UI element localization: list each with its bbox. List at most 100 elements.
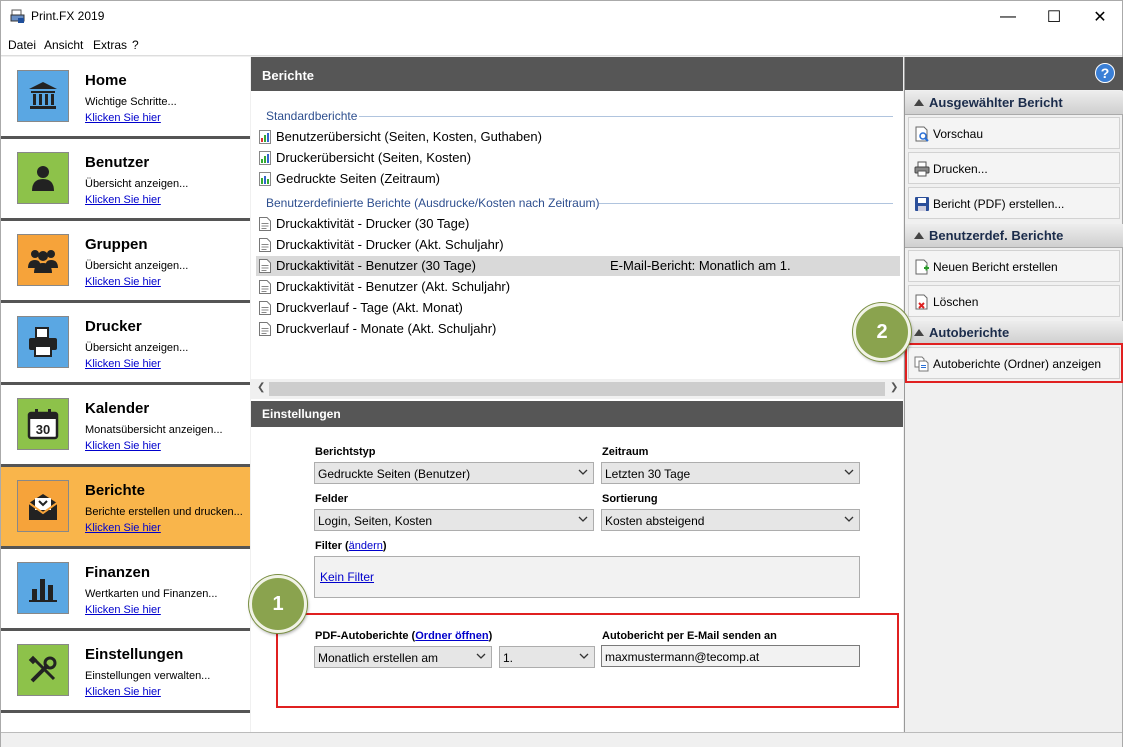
report-label: Druckaktivität - Drucker (30 Tage) — [276, 216, 470, 231]
document-icon — [259, 301, 271, 315]
report-item-selected[interactable]: Druckaktivität - Benutzer (30 Tage) E-Ma… — [256, 256, 900, 276]
collapse-icon — [914, 99, 924, 106]
zeitraum-value: Letzten 30 Tage — [605, 467, 691, 481]
tools-icon — [28, 655, 57, 683]
nav-benutzer[interactable]: Benutzer Übersicht anzeigen... Klicken S… — [1, 139, 250, 221]
preview-label: Vorschau — [933, 127, 984, 141]
preview-button[interactable]: Vorschau — [908, 117, 1120, 149]
document-icon — [259, 322, 271, 336]
report-item[interactable]: Druckaktivität - Drucker (Akt. Schuljahr… — [256, 235, 900, 255]
filter-change-link[interactable]: ändern — [349, 540, 383, 552]
selected-report-section[interactable]: Ausgewählter Bericht — [905, 91, 1123, 115]
create-pdf-button[interactable]: Bericht (PDF) erstellen... — [908, 187, 1120, 219]
berichtstyp-select[interactable]: Gedruckte Seiten (Benutzer) — [314, 462, 594, 484]
bank-icon — [29, 82, 57, 109]
nav-kalender-title: Kalender — [85, 400, 150, 417]
nav-finanzen-title: Finanzen — [85, 564, 151, 581]
left-navigation: Home Wichtige Schritte... Klicken Sie hi… — [1, 57, 250, 732]
nav-finanzen[interactable]: Finanzen Wertkarten und Finanzen... Klic… — [1, 549, 250, 631]
chart-report-icon — [259, 151, 271, 165]
menu-help[interactable]: ? — [132, 38, 139, 52]
report-item[interactable]: Benutzerübersicht (Seiten, Kosten, Gutha… — [256, 127, 900, 147]
nav-home[interactable]: Home Wichtige Schritte... Klicken Sie hi… — [1, 57, 250, 139]
nav-kalender[interactable]: 30 Kalender Monatsübersicht anzeigen... … — [1, 385, 250, 467]
chevron-down-icon — [578, 516, 588, 522]
scroll-left-icon[interactable]: ❮ — [257, 382, 265, 393]
report-item[interactable]: Druckerübersicht (Seiten, Kosten) — [256, 148, 900, 168]
print-button[interactable]: Drucken... — [908, 152, 1120, 184]
report-email-schedule: E-Mail-Bericht: Monatlich am 1. — [610, 258, 791, 273]
chevron-down-icon — [476, 653, 486, 659]
autoreports-section[interactable]: Autoberichte — [905, 321, 1123, 345]
report-label: Druckaktivität - Benutzer (30 Tage) — [276, 258, 476, 273]
report-label: Druckverlauf - Monate (Akt. Schuljahr) — [276, 321, 497, 336]
custom-reports-section[interactable]: Benutzerdef. Berichte — [905, 224, 1123, 248]
pdf-autoreport-label: PDF-Autoberichte (Ordner öffnen) — [315, 630, 493, 642]
minimize-button[interactable]: — — [985, 1, 1031, 32]
report-item[interactable]: Druckverlauf - Monate (Akt. Schuljahr) — [256, 319, 900, 339]
report-item[interactable]: Druckaktivität - Benutzer (Akt. Schuljah… — [256, 277, 900, 297]
nav-berichte-link[interactable]: Klicken Sie hier — [85, 522, 161, 534]
new-report-button[interactable]: Neuen Bericht erstellen — [908, 250, 1120, 282]
pdf-day-select[interactable]: 1. — [499, 646, 595, 668]
pdf-mode-select[interactable]: Monatlich erstellen am — [314, 646, 492, 668]
scroll-right-icon[interactable]: ❯ — [890, 382, 898, 393]
report-item[interactable]: Druckverlauf - Tage (Akt. Monat) — [256, 298, 900, 318]
help-icon[interactable]: ? — [1095, 63, 1115, 83]
horizontal-scrollbar[interactable]: ❮ ❯ — [251, 379, 903, 399]
email-input[interactable]: maxmustermann@tecomp.at — [601, 645, 860, 667]
nav-gruppen-link[interactable]: Klicken Sie hier — [85, 276, 161, 288]
nav-finanzen-link[interactable]: Klicken Sie hier — [85, 604, 161, 616]
delete-button[interactable]: Löschen — [908, 285, 1120, 317]
scrollbar-thumb[interactable] — [269, 382, 885, 396]
filter-box: Kein Filter — [314, 556, 860, 598]
nav-drucker-link[interactable]: Klicken Sie hier — [85, 358, 161, 370]
pdf-day-value: 1. — [503, 651, 514, 665]
close-button[interactable]: ✕ — [1077, 1, 1123, 32]
nav-einstellungen-title: Einstellungen — [85, 646, 184, 663]
nav-kalender-link[interactable]: Klicken Sie hier — [85, 440, 161, 452]
nav-einstellungen[interactable]: Einstellungen Einstellungen verwalten...… — [1, 631, 250, 713]
print-label: Drucken... — [933, 162, 988, 176]
standard-reports-heading: Standardberichte — [266, 109, 358, 123]
felder-label: Felder — [315, 493, 349, 505]
nav-gruppen[interactable]: Gruppen Übersicht anzeigen... Klicken Si… — [1, 221, 250, 303]
report-item[interactable]: Gedruckte Seiten (Zeitraum) — [256, 169, 900, 189]
report-label: Druckaktivität - Benutzer (Akt. Schuljah… — [276, 279, 511, 294]
filter-label: Filter (ändern) — [315, 540, 387, 552]
nav-drucker-tile — [17, 316, 69, 368]
document-icon — [259, 217, 271, 231]
actions-panel: ? Ausgewählter Bericht Vorschau Drucken.… — [904, 57, 1123, 732]
menu-extras[interactable]: Extras — [93, 38, 127, 52]
preview-icon — [915, 126, 929, 142]
nav-berichte[interactable]: Berichte Berichte erstellen und drucken.… — [1, 467, 250, 549]
document-icon — [259, 238, 271, 252]
report-label: Druckverlauf - Tage (Akt. Monat) — [276, 300, 463, 315]
sortierung-select[interactable]: Kosten absteigend — [601, 509, 860, 531]
printer-icon — [29, 327, 57, 357]
nav-drucker[interactable]: Drucker Übersicht anzeigen... Klicken Si… — [1, 303, 250, 385]
menu-ansicht[interactable]: Ansicht — [44, 38, 83, 52]
berichtstyp-value: Gedruckte Seiten (Benutzer) — [318, 467, 471, 481]
nav-home-link[interactable]: Klicken Sie hier — [85, 112, 161, 124]
app-window: Print.FX 2019 — ☐ ✕ Datei Ansicht Extras… — [0, 0, 1123, 747]
reports-header: Berichte — [251, 57, 903, 91]
nav-drucker-title: Drucker — [85, 318, 142, 335]
filter-value-link[interactable]: Kein Filter — [320, 570, 374, 584]
open-folder-link[interactable]: Ordner öffnen — [415, 630, 488, 642]
calendar-icon: 30 — [27, 409, 59, 440]
chevron-down-icon — [579, 653, 589, 659]
felder-select[interactable]: Login, Seiten, Kosten — [314, 509, 594, 531]
felder-value: Login, Seiten, Kosten — [318, 514, 433, 528]
maximize-button[interactable]: ☐ — [1031, 1, 1077, 32]
nav-benutzer-link[interactable]: Klicken Sie hier — [85, 194, 161, 206]
sortierung-value: Kosten absteigend — [605, 514, 705, 528]
nav-finanzen-desc: Wertkarten und Finanzen... — [85, 588, 218, 600]
report-item[interactable]: Druckaktivität - Drucker (30 Tage) — [256, 214, 900, 234]
zeitraum-select[interactable]: Letzten 30 Tage — [601, 462, 860, 484]
berichtstyp-label: Berichtstyp — [315, 446, 376, 458]
nav-einstellungen-link[interactable]: Klicken Sie hier — [85, 686, 161, 698]
menu-datei[interactable]: Datei — [8, 38, 36, 52]
nav-kalender-tile: 30 — [17, 398, 69, 450]
section-divider — [359, 116, 893, 117]
